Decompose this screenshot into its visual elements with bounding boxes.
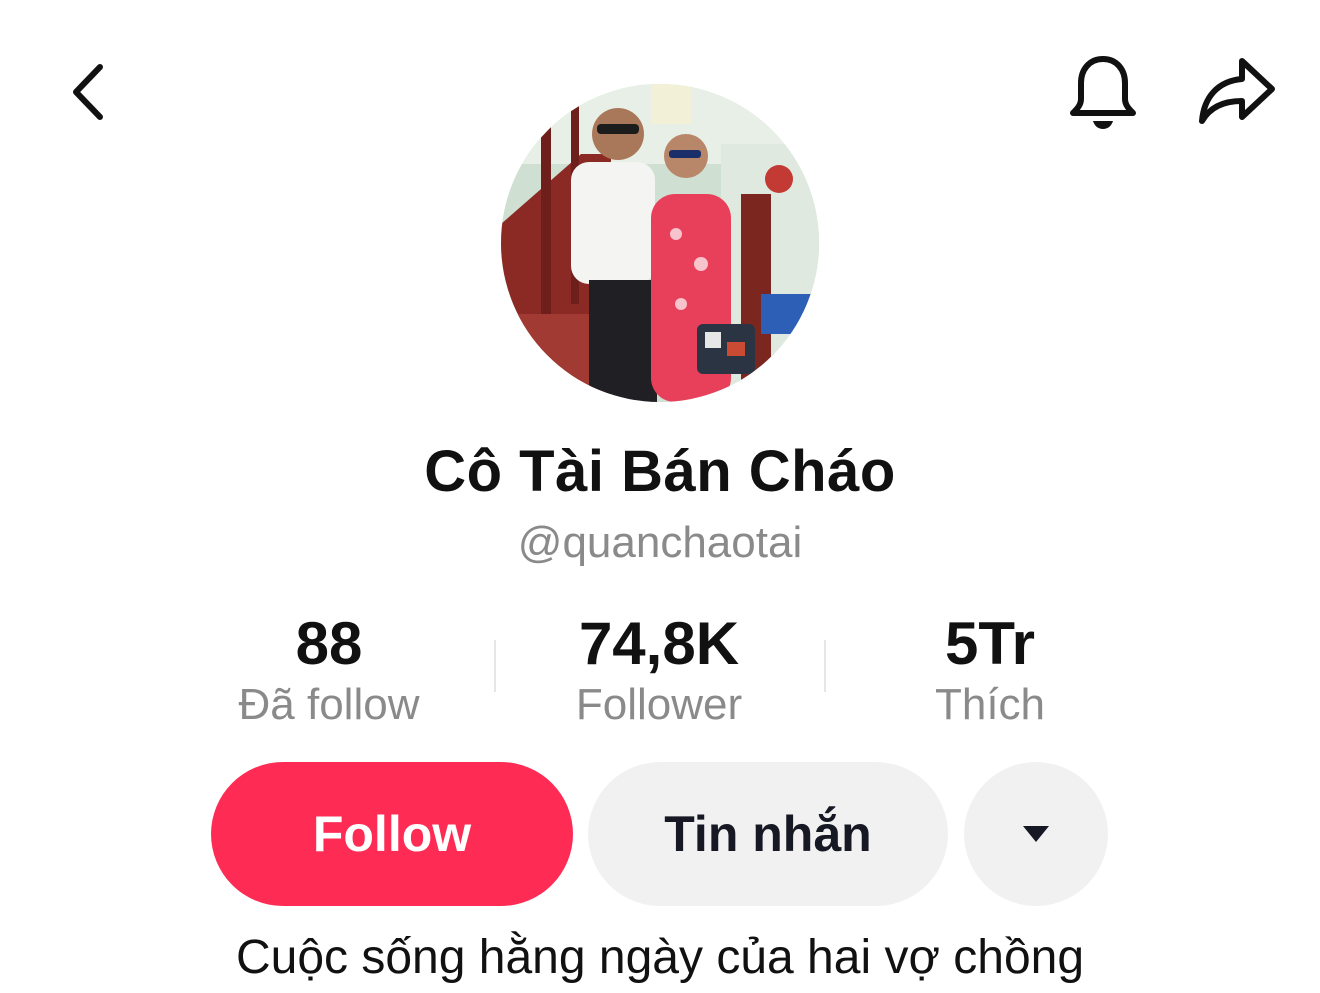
followers-label: Follower <box>575 680 743 729</box>
profile-bio: Cuộc sống hằng ngày của hai vợ chồng <box>235 931 1085 984</box>
avatar-photo <box>501 84 819 402</box>
profile-display-name: Cô Tài Bán Cháo <box>424 439 896 504</box>
message-button[interactable]: Tin nhắn <box>588 762 948 906</box>
followers-count: 74,8K <box>578 610 740 677</box>
back-button[interactable] <box>52 52 122 132</box>
following-label: Đã follow <box>238 680 420 729</box>
chevron-left-icon <box>73 64 103 120</box>
profile-username[interactable]: @quanchaotai <box>0 518 1320 568</box>
bell-icon <box>1070 56 1136 129</box>
stat-likes[interactable]: 5Tr Thích <box>825 608 1155 730</box>
likes-label: Thích <box>934 680 1046 729</box>
more-options-button[interactable] <box>964 762 1108 906</box>
likes-count: 5Tr <box>944 610 1036 677</box>
caret-down-icon <box>1023 826 1049 842</box>
stat-following[interactable]: 88 Đã follow <box>164 608 494 730</box>
share-arrow-icon <box>1198 58 1275 124</box>
following-count: 88 <box>295 610 363 677</box>
share-button[interactable] <box>1188 48 1283 138</box>
stat-followers[interactable]: 74,8K Follower <box>494 608 824 730</box>
profile-page: Cô Tài Bán Cháo @quanchaotai 88 Đã follo… <box>0 0 1320 993</box>
follow-button[interactable]: Follow <box>211 762 573 906</box>
profile-avatar[interactable] <box>501 84 819 402</box>
notification-bell-button[interactable] <box>1058 48 1148 138</box>
